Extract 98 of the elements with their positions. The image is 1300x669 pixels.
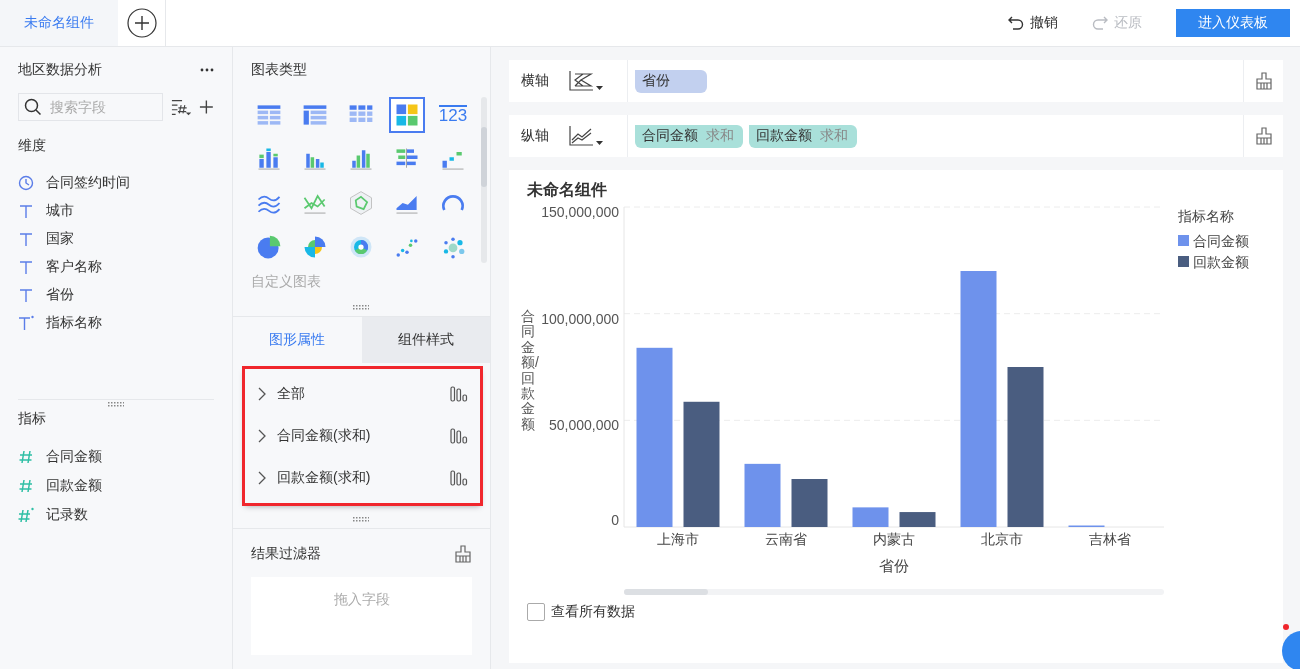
x-tick-label: 上海市 <box>657 531 699 547</box>
legend-item[interactable]: 合同金额 <box>1178 233 1249 249</box>
broom-icon[interactable] <box>454 545 472 563</box>
assistant-icon[interactable] <box>1280 621 1300 669</box>
legend-label: 合同金额 <box>1193 233 1249 249</box>
field-item[interactable]: 国家 <box>18 225 214 253</box>
chevron-icon[interactable] <box>257 429 267 443</box>
property-tab[interactable]: 组件样式 <box>361 317 490 363</box>
chevron-icon[interactable] <box>257 387 267 401</box>
drag-handle-icon[interactable] <box>353 305 369 311</box>
property-label: 合同金额(求和) <box>277 427 372 445</box>
search-field[interactable]: 搜索字段 <box>18 93 163 121</box>
property-item[interactable]: 合同金额(求和) <box>245 415 480 457</box>
field-name: 合同金额 <box>46 447 102 466</box>
field-item[interactable]: 合同金额 <box>18 442 214 471</box>
text-type-icon <box>18 259 34 275</box>
checkbox[interactable] <box>527 603 545 621</box>
field-name: 国家 <box>46 230 74 248</box>
x-tick-label: 北京市 <box>981 531 1023 547</box>
undo-icon <box>1008 15 1024 31</box>
field-name: 合同签约时间 <box>46 174 130 192</box>
chevron-icon[interactable] <box>257 471 267 485</box>
bar-chart-icon[interactable] <box>450 470 468 486</box>
panel-title: 结果过滤器 <box>251 545 322 563</box>
field-item[interactable]: 城市 <box>18 197 214 225</box>
y-tick-label: 50,000,000 <box>548 417 619 434</box>
redo-icon <box>1092 15 1108 31</box>
field-pill[interactable]: 省份 <box>635 69 707 93</box>
field-pill[interactable]: 回款金额 求和 <box>749 124 857 148</box>
enter-dashboard-button[interactable]: 进入仪表板 <box>1176 9 1290 37</box>
add-icon[interactable] <box>126 8 157 38</box>
property-label: 全部 <box>277 385 306 403</box>
drag-handle-icon[interactable] <box>108 402 124 408</box>
broom-icon[interactable] <box>1254 72 1273 90</box>
axis-type-icon[interactable] <box>569 70 603 92</box>
axis-label: 横轴 <box>520 72 550 90</box>
x-tick-label: 吉林省 <box>1089 531 1131 547</box>
broom-icon[interactable] <box>1254 127 1273 145</box>
bar <box>852 507 889 527</box>
calculated-text-icon <box>18 315 34 331</box>
chart-type-option[interactable] <box>389 97 425 133</box>
bar <box>744 463 781 527</box>
field-item[interactable]: 回款金额 <box>18 471 214 500</box>
field-item[interactable]: 省份 <box>18 281 214 309</box>
y-tick-label: 0 <box>611 512 619 528</box>
field-name: 回款金额 <box>46 476 102 495</box>
property-label: 回款金额(求和) <box>277 469 372 487</box>
field-item[interactable]: 客户名称 <box>18 253 214 281</box>
field-name: 省份 <box>46 286 74 304</box>
field-name: 客户名称 <box>46 258 102 276</box>
field-name: 城市 <box>46 202 74 220</box>
search-icon <box>24 98 42 116</box>
legend-title: 指标名称 <box>1178 208 1234 224</box>
field-pill[interactable]: 合同金额 求和 <box>635 124 743 148</box>
panel-title: 图表类型 <box>251 61 308 79</box>
clock-icon <box>18 175 34 191</box>
field-item[interactable]: 指标名称 <box>18 309 214 337</box>
legend-item[interactable]: 回款金额 <box>1178 254 1249 270</box>
y-tick-label: 100,000,000 <box>541 310 619 327</box>
chart-type-icon <box>347 189 375 217</box>
calculated-number-icon <box>18 506 34 523</box>
bar-chart-icon[interactable] <box>450 428 468 444</box>
section-title: 维度 <box>18 137 47 155</box>
widget-tab[interactable]: 未命名组件 <box>0 0 118 46</box>
field-name: 记录数 <box>46 505 88 524</box>
field-item[interactable]: 合同签约时间 <box>18 169 214 197</box>
checkbox-label: 查看所有数据 <box>551 603 635 621</box>
undo-button[interactable]: 撤销 <box>1008 0 1058 46</box>
horizontal-scrollbar[interactable] <box>624 589 1164 595</box>
number-type-icon <box>18 448 34 465</box>
text-type-icon <box>18 287 34 303</box>
dataset-title: 地区数据分析 <box>18 61 103 79</box>
line-chart-icon[interactable] <box>569 125 603 147</box>
property-item[interactable]: 全部 <box>245 373 480 415</box>
bar <box>791 479 828 527</box>
x-tick-label: 云南省 <box>765 531 807 547</box>
y-tick-label: 150,000,000 <box>541 204 619 220</box>
axis-label: 纵轴 <box>520 127 550 145</box>
bar-chart-icon[interactable] <box>450 386 468 402</box>
more-icon[interactable] <box>200 68 214 72</box>
x-tick-label: 内蒙古 <box>873 531 915 547</box>
legend-label: 回款金额 <box>1193 254 1249 270</box>
widget-title: 未命名组件 <box>527 180 608 200</box>
add-icon[interactable] <box>199 99 214 115</box>
field-name: 指标名称 <box>46 314 102 332</box>
text-type-icon <box>18 203 34 219</box>
drag-handle-icon[interactable] <box>353 517 369 523</box>
chart-type-option[interactable]: 123 <box>435 97 471 133</box>
property-item[interactable]: 回款金额(求和) <box>245 457 480 499</box>
section-title: 指标 <box>18 410 47 428</box>
sort-icon[interactable] <box>171 97 192 117</box>
x-axis-title: 省份 <box>879 557 909 574</box>
field-item[interactable]: 记录数 <box>18 500 214 529</box>
scrollbar[interactable] <box>481 97 487 263</box>
text-type-icon <box>18 231 34 247</box>
bar <box>899 512 936 527</box>
chart-type-icon <box>255 233 283 261</box>
number-type-icon <box>18 477 34 494</box>
